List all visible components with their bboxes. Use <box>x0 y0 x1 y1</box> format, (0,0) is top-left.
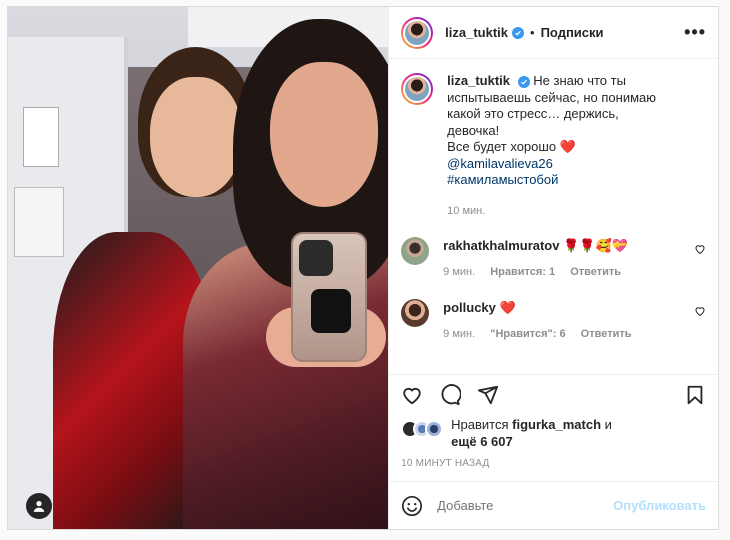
caption-text-line: испытываешь сейчас, но понимаю <box>447 89 657 105</box>
author-avatar[interactable] <box>401 16 434 49</box>
verified-badge-icon <box>517 75 530 88</box>
comment-likes-link[interactable]: Нравится: 1 <box>490 266 555 278</box>
commenter-username[interactable]: pollucky <box>443 300 496 315</box>
commenter-username[interactable]: rakhatkhalmuratov <box>443 238 559 253</box>
emoji-smiley-icon[interactable] <box>401 495 423 517</box>
liker-avatars <box>401 420 444 438</box>
caption-text-line: какой это стресс… держись, <box>447 106 619 121</box>
comment-item: pollucky ❤️ 9 мин. "Нравится": 6 Ответит… <box>401 299 706 343</box>
post-photo[interactable] <box>8 7 389 529</box>
comment-time: 9 мин. <box>443 266 476 278</box>
comment-text: ❤️ <box>499 300 516 315</box>
comment-input[interactable] <box>437 498 614 513</box>
caption-hashtag-link[interactable]: #камиламыстобой <box>447 172 656 189</box>
share-paper-plane-icon[interactable] <box>477 384 499 406</box>
caption-author-avatar[interactable] <box>401 73 434 105</box>
likes-prefix: Нравится <box>451 417 509 432</box>
publish-button[interactable]: Опубликовать <box>613 498 706 513</box>
comment-bubble-icon[interactable] <box>439 383 462 406</box>
author-username[interactable]: liza_tuktik <box>445 25 508 40</box>
header-separator: • <box>530 25 535 40</box>
comment-like-heart-icon[interactable] <box>694 243 706 255</box>
phone-in-photo <box>291 232 367 362</box>
caption-text-line: Все будет хорошо ❤️ <box>447 139 576 154</box>
comment-item: rakhatkhalmuratov 🌹🌹🥰💝 9 мин. Нравится: … <box>401 237 706 281</box>
caption-username[interactable]: liza_tuktik <box>447 73 510 88</box>
post-time-ago: 10 минут назад <box>401 458 490 469</box>
liker-avatar <box>425 420 444 438</box>
likes-conjunction: и <box>604 417 612 432</box>
caption-time: 10 мин. <box>447 204 486 217</box>
comment-text: 🌹🌹🥰💝 <box>563 238 628 253</box>
post-actions <box>389 374 718 414</box>
comment-reply-button[interactable]: Ответить <box>570 266 621 278</box>
commenter-avatar[interactable] <box>401 237 430 265</box>
comments-section: liza_tuktik Не знаю что ты испытываешь с… <box>389 59 718 374</box>
following-button[interactable]: Подписки <box>541 25 604 40</box>
post-sidebar: liza_tuktik • Подписки ••• liza_tuktik Н… <box>388 7 718 529</box>
more-options-icon[interactable]: ••• <box>684 22 706 43</box>
likes-summary: Нравится figurka_match и ещё 6 607 <box>389 414 718 450</box>
post-header: liza_tuktik • Подписки ••• <box>389 7 718 59</box>
instagram-post: liza_tuktik • Подписки ••• liza_tuktik Н… <box>7 6 719 530</box>
tagged-users-icon[interactable] <box>26 493 52 519</box>
comment-likes-link[interactable]: "Нравится": 6 <box>490 328 565 340</box>
likes-count-link[interactable]: ещё 6 607 <box>451 434 513 449</box>
comment-reply-button[interactable]: Ответить <box>581 328 632 340</box>
save-bookmark-icon[interactable] <box>684 384 706 406</box>
like-heart-icon[interactable] <box>401 384 423 406</box>
post-caption: liza_tuktik Не знаю что ты испытываешь с… <box>401 73 706 219</box>
caption-mention-link[interactable]: @kamilavalieva26 <box>447 156 656 173</box>
verified-badge-icon <box>512 26 525 39</box>
caption-text-line: девочка! <box>447 122 500 138</box>
add-comment-bar: Опубликовать <box>389 481 718 529</box>
caption-text-line: Не знаю что ты <box>533 73 626 88</box>
comment-like-heart-icon[interactable] <box>694 305 706 317</box>
commenter-avatar[interactable] <box>401 299 430 327</box>
comment-time: 9 мин. <box>443 328 476 340</box>
liker-username[interactable]: figurka_match <box>512 417 601 432</box>
